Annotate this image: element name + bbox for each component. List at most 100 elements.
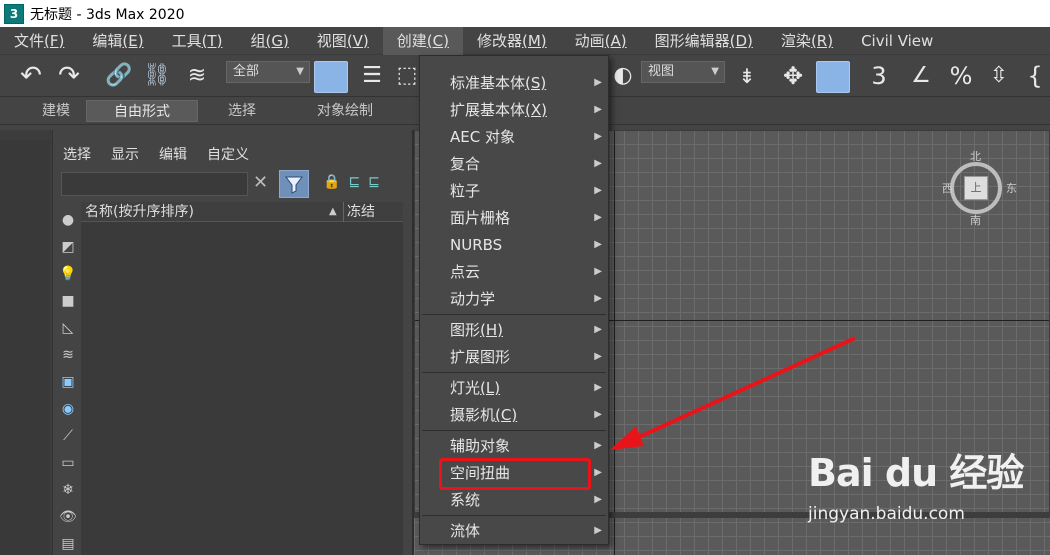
lock-icon[interactable]: 🔒 bbox=[323, 174, 340, 190]
menu-group[interactable]: 组(G) bbox=[236, 27, 302, 55]
helpers-filter-icon[interactable]: ◺ bbox=[59, 319, 77, 337]
explorer-menu-display[interactable]: 显示 bbox=[111, 144, 139, 164]
submenu-arrow-icon: ▶ bbox=[594, 382, 602, 393]
explorer-search-input[interactable] bbox=[61, 172, 248, 196]
viewcube-face[interactable]: 上 bbox=[964, 176, 988, 200]
groups-filter-icon[interactable]: ▣ bbox=[59, 373, 77, 391]
keyboard-shortcut-override-button[interactable] bbox=[816, 61, 850, 93]
menu-file[interactable]: 文件(F) bbox=[0, 27, 78, 55]
hidden-filter-icon[interactable]: 👁 bbox=[59, 508, 77, 526]
menu-item-patch-grids[interactable]: 面片栅格 ▶ bbox=[420, 205, 608, 231]
space-warps-filter-icon[interactable]: ≋ bbox=[59, 346, 77, 364]
tab-modeling[interactable]: 建模 bbox=[26, 100, 86, 122]
pivot-center-icon[interactable]: ⇟ bbox=[730, 61, 764, 91]
left-command-strip bbox=[0, 130, 52, 555]
rectangular-selection-icon[interactable]: ⬚ bbox=[396, 61, 418, 91]
menu-item-compound[interactable]: 复合 ▶ bbox=[420, 151, 608, 177]
menu-item-extended-shapes[interactable]: 扩展图形 ▶ bbox=[420, 344, 608, 370]
tab-object-paint[interactable]: 对象绘制 bbox=[290, 100, 400, 122]
lights-filter-icon[interactable]: 💡 bbox=[59, 265, 77, 283]
menu-item-helpers[interactable]: 辅助对象 ▶ bbox=[420, 433, 608, 459]
menu-item-particles[interactable]: 粒子 ▶ bbox=[420, 178, 608, 204]
shapes-filter-icon[interactable]: ◩ bbox=[59, 238, 77, 256]
menu-animation[interactable]: 动画(A) bbox=[561, 27, 641, 55]
column-freeze[interactable]: 冻结 bbox=[343, 202, 375, 222]
submenu-arrow-icon: ▶ bbox=[594, 467, 602, 478]
menu-item-systems[interactable]: 系统 ▶ bbox=[420, 487, 608, 513]
angle-snap-icon[interactable]: ∠ bbox=[904, 61, 938, 91]
title-bar: 3 无标题 - 3ds Max 2020 bbox=[0, 0, 1050, 27]
viewcube[interactable]: 上 北 南 东 西 bbox=[942, 150, 1022, 227]
submenu-arrow-icon: ▶ bbox=[594, 266, 602, 277]
explorer-menu-edit[interactable]: 编辑 bbox=[159, 144, 187, 164]
select-by-name-icon[interactable]: ☰ bbox=[356, 61, 388, 91]
menu-view[interactable]: 视图(V) bbox=[303, 27, 383, 55]
menu-item-standard-primitives[interactable]: 标准基本体(S) ▶ bbox=[420, 70, 608, 96]
select-object-button[interactable] bbox=[314, 61, 348, 93]
bones-filter-icon[interactable]: ⟋ bbox=[59, 427, 77, 445]
left-strip-background bbox=[0, 140, 50, 555]
percent-snap-icon[interactable]: % bbox=[944, 61, 978, 91]
all-filter-icon[interactable]: ▤ bbox=[59, 535, 77, 553]
hierarchy-expand-icon[interactable]: ⊑ bbox=[368, 174, 380, 190]
explorer-menu-select[interactable]: 选择 bbox=[63, 144, 91, 164]
window-title: 无标题 - 3ds Max 2020 bbox=[30, 6, 185, 23]
tab-freeform[interactable]: 自由形式 bbox=[86, 100, 198, 122]
submenu-arrow-icon: ▶ bbox=[594, 293, 602, 304]
viewcube-north: 北 bbox=[970, 150, 981, 163]
menu-item-fluids[interactable]: 流体 ▶ bbox=[420, 518, 608, 544]
frozen-filter-icon[interactable]: ❄ bbox=[59, 481, 77, 499]
menu-item-nurbs[interactable]: NURBS ▶ bbox=[420, 232, 608, 258]
submenu-arrow-icon: ▶ bbox=[594, 324, 602, 335]
menu-edit[interactable]: 编辑(E) bbox=[78, 27, 157, 55]
column-name[interactable]: 名称(按升序排序) bbox=[85, 202, 194, 222]
menu-graph-editors[interactable]: 图形编辑器(D) bbox=[641, 27, 767, 55]
watermark-logo: Bai du 经验 bbox=[808, 451, 1024, 495]
snaps-toggle-icon[interactable]: 3 bbox=[862, 61, 896, 91]
submenu-arrow-icon: ▶ bbox=[594, 239, 602, 250]
containers-filter-icon[interactable]: ▭ bbox=[59, 454, 77, 472]
submenu-arrow-icon: ▶ bbox=[594, 525, 602, 536]
tab-selection[interactable]: 选择 bbox=[204, 100, 280, 122]
menu-item-point-cloud[interactable]: 点云 ▶ bbox=[420, 259, 608, 285]
select-and-manipulate-icon[interactable]: ✥ bbox=[776, 61, 810, 91]
reference-coordinate-icon[interactable]: ◐ bbox=[610, 61, 636, 91]
menu-create[interactable]: 创建(C) bbox=[382, 26, 463, 55]
menu-item-aec-objects[interactable]: AEC 对象 ▶ bbox=[420, 124, 608, 150]
viewcube-south: 南 bbox=[970, 214, 981, 227]
menu-bar: 文件(F) 编辑(E) 工具(T) 组(G) 视图(V) 创建(C) 修改器(M… bbox=[0, 26, 1050, 55]
submenu-arrow-icon: ▶ bbox=[594, 104, 602, 115]
redo-icon[interactable]: ↷ bbox=[52, 61, 86, 91]
menu-item-cameras[interactable]: 摄影机(C) ▶ bbox=[420, 402, 608, 428]
menu-item-extended-primitives[interactable]: 扩展基本体(X) ▶ bbox=[420, 97, 608, 123]
reference-coordinate-select[interactable]: 视图 bbox=[641, 61, 725, 83]
undo-icon[interactable]: ↶ bbox=[14, 61, 48, 91]
menu-rendering[interactable]: 渲染(R) bbox=[767, 27, 847, 55]
hierarchy-icon[interactable]: ⊑ bbox=[348, 174, 360, 190]
sort-ascending-icon: ▲ bbox=[329, 206, 337, 217]
selection-filter-select[interactable]: 全部 bbox=[226, 61, 310, 83]
cameras-filter-icon[interactable]: ■ bbox=[59, 292, 77, 310]
menu-item-dynamics[interactable]: 动力学 ▶ bbox=[420, 286, 608, 312]
submenu-arrow-icon: ▶ bbox=[594, 77, 602, 88]
bind-space-warp-icon[interactable]: ≋ bbox=[180, 61, 214, 91]
clear-search-icon[interactable]: ✕ bbox=[253, 172, 268, 193]
explorer-menu-customize[interactable]: 自定义 bbox=[207, 144, 249, 164]
menu-civil-view[interactable]: Civil View bbox=[847, 27, 947, 55]
scene-object-list[interactable]: 名称(按升序排序) ▲ 冻结 bbox=[81, 202, 403, 555]
annotation-highlight-box bbox=[439, 458, 591, 490]
menu-item-shapes[interactable]: 图形(H) ▶ bbox=[420, 317, 608, 343]
spinner-snap-icon[interactable]: ⇳ bbox=[982, 61, 1016, 91]
menu-tools[interactable]: 工具(T) bbox=[158, 27, 237, 55]
xrefs-filter-icon[interactable]: ◉ bbox=[59, 400, 77, 418]
menu-modifiers[interactable]: 修改器(M) bbox=[463, 27, 561, 55]
unlink-icon[interactable]: ⛓ bbox=[140, 61, 174, 91]
link-icon[interactable]: 🔗 bbox=[102, 61, 136, 91]
submenu-arrow-icon: ▶ bbox=[594, 158, 602, 169]
viewcube-east: 东 bbox=[1006, 182, 1017, 195]
submenu-arrow-icon: ▶ bbox=[594, 440, 602, 451]
menu-item-lights[interactable]: 灯光(L) ▶ bbox=[420, 375, 608, 401]
geometry-filter-icon[interactable]: ● bbox=[59, 211, 77, 229]
filter-icon[interactable] bbox=[279, 170, 309, 198]
named-selection-icon[interactable]: { bbox=[1022, 61, 1048, 91]
